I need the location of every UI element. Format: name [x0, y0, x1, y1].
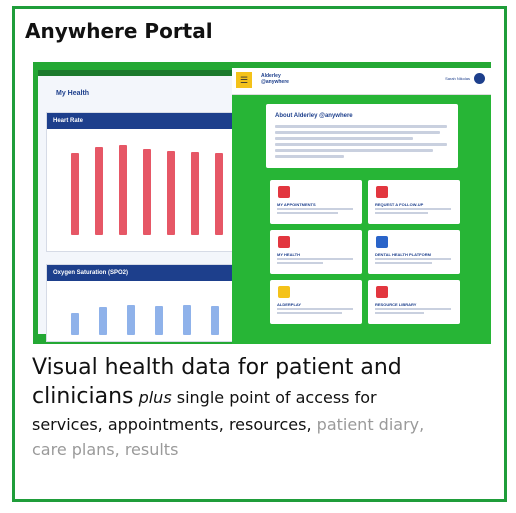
- chart-bar: [127, 305, 135, 335]
- about-text: [275, 125, 447, 161]
- caption-line-2: clinicians plus single point of access f…: [32, 383, 510, 412]
- phone-icon: [376, 186, 388, 198]
- health-dashboard: My Health Heart Rate Oxygen Saturation (…: [38, 70, 238, 342]
- spo2-title: Oxygen Saturation (SPO2): [47, 265, 237, 281]
- caption-plus: plus: [138, 388, 172, 407]
- tile-description: [375, 308, 451, 316]
- about-section: About Alderley @anywhere: [266, 104, 458, 168]
- heart-monitor-icon: [278, 236, 290, 248]
- menu-button[interactable]: ☰: [236, 72, 252, 88]
- user-menu[interactable]: Sarah Nikolas: [445, 73, 485, 84]
- user-name: Sarah Nikolas: [445, 76, 470, 81]
- heart-rate-panel: Heart Rate: [46, 112, 238, 252]
- tile-alderplay[interactable]: ALDERPLAY: [270, 280, 362, 324]
- chart-bar: [211, 306, 219, 335]
- spo2-panel: Oxygen Saturation (SPO2): [46, 264, 238, 342]
- calendar-icon: [278, 186, 290, 198]
- tile-request-follow-up[interactable]: REQUEST A FOLLOW-UP: [368, 180, 460, 224]
- tile-resource-library[interactable]: RESOURCE LIBRARY: [368, 280, 460, 324]
- tile-label: MY HEALTH: [277, 252, 300, 257]
- portal-logo[interactable]: Alderley @anywhere: [261, 73, 291, 85]
- tile-label: DENTAL HEALTH PLATFORM: [375, 252, 431, 257]
- caption-services: services, appointments, resources,: [32, 415, 312, 434]
- caption-clinicians: clinicians: [32, 384, 134, 409]
- chart-bar: [95, 147, 103, 235]
- chart-bar: [215, 153, 223, 235]
- tile-description: [277, 258, 353, 266]
- tile-description: [277, 308, 353, 316]
- caption-patient-diary: patient diary,: [316, 415, 425, 434]
- portal-card: Anywhere Portal My Health Heart Rate Oxy…: [12, 6, 507, 502]
- caption-line-1: Visual health data for patient and: [32, 355, 402, 380]
- chart-bar: [71, 153, 79, 235]
- tile-description: [277, 208, 353, 216]
- chart-bar: [183, 305, 191, 335]
- tile-description: [375, 208, 451, 216]
- tile-my-health[interactable]: MY HEALTH: [270, 230, 362, 274]
- caption-line-4: care plans, results: [32, 440, 179, 459]
- chart-bar: [155, 306, 163, 335]
- tile-label: RESOURCE LIBRARY: [375, 302, 417, 307]
- portal-screenshot: My Health Heart Rate Oxygen Saturation (…: [33, 62, 491, 344]
- chart-bar: [99, 307, 107, 335]
- chart-bar: [71, 313, 79, 335]
- about-title: About Alderley @anywhere: [275, 113, 353, 119]
- tile-label: REQUEST A FOLLOW-UP: [375, 202, 424, 207]
- hamburger-icon: ☰: [239, 74, 249, 85]
- chart-bar: [191, 152, 199, 235]
- spo2-chart: [61, 295, 233, 335]
- books-icon: [376, 286, 388, 298]
- caption: Visual health data for patient and clini…: [32, 353, 510, 462]
- tile-appointments[interactable]: MY APPOINTMENTS: [270, 180, 362, 224]
- caption-access: single point of access for: [176, 388, 377, 407]
- tooth-icon: [376, 236, 388, 248]
- portal-home: ☰ Alderley @anywhere Sarah Nikolas About…: [232, 68, 491, 344]
- tile-label: ALDERPLAY: [277, 302, 302, 307]
- chart-bar: [167, 151, 175, 235]
- card-title: Anywhere Portal: [25, 19, 213, 43]
- heart-rate-title: Heart Rate: [47, 113, 237, 129]
- chart-bar: [119, 145, 127, 235]
- portal-topbar: ☰ Alderley @anywhere Sarah Nikolas: [232, 68, 491, 95]
- tile-description: [375, 258, 451, 266]
- heart-rate-chart: [61, 135, 233, 235]
- tile-label: MY APPOINTMENTS: [277, 202, 316, 207]
- avatar: [474, 73, 485, 84]
- caption-line-3: services, appointments, resources, patie…: [32, 412, 510, 437]
- gamepad-icon: [278, 286, 290, 298]
- dashboard-title: My Health: [56, 90, 90, 97]
- chart-bar: [143, 149, 151, 235]
- tile-dental-health[interactable]: DENTAL HEALTH PLATFORM: [368, 230, 460, 274]
